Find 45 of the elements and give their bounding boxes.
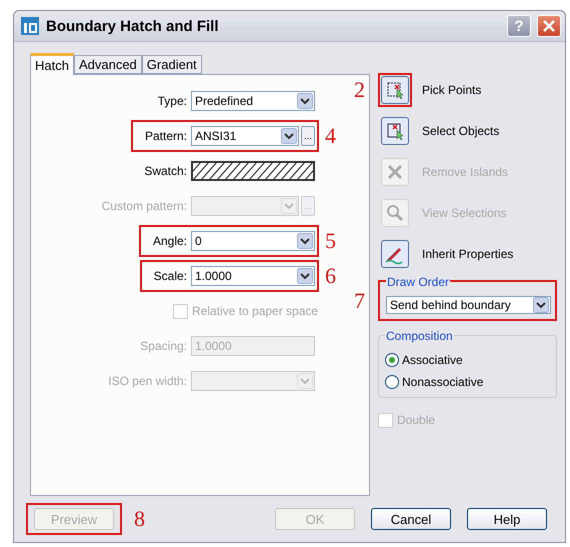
app-icon [20,16,40,36]
close-icon [543,20,555,32]
field-label: Type: [158,94,187,108]
radio-label: Associative [402,353,463,368]
tool-label: Inherit Properties [422,246,514,261]
dropdown-field[interactable]: 1.0000 [191,266,315,286]
radio-button[interactable] [385,375,399,390]
field-label: ISO pen width: [108,374,187,388]
dropdown-field[interactable]: Send behind boundary [386,296,551,314]
tab[interactable]: Hatch [30,53,74,76]
dropdown-field[interactable]: ANSI31 [191,126,299,146]
tool-label: Remove Islands [422,164,508,179]
tool-label: View Selections [422,206,506,220]
group-title: Composition [385,329,454,344]
group-title: Draw Order [386,275,450,290]
callout-number: 4 [325,123,336,148]
browse-button[interactable]: ... [301,126,315,146]
field-label: Angle: [152,234,187,248]
window-title: Boundary Hatch and Fill [46,18,220,35]
field-label: Custom pattern: [102,199,187,214]
dropdown-field[interactable]: 0 [191,231,315,252]
field-label: Pattern: [144,129,187,144]
tab[interactable]: Gradient [142,55,202,74]
tool-label: Select Objects [422,124,500,138]
callout-number: 7 [354,288,365,313]
field-label: Scale: [154,269,187,284]
dialog-button[interactable]: Cancel [371,508,451,530]
tool-button[interactable] [381,116,409,145]
checkbox-label: Relative to paper space [192,304,318,318]
tab[interactable]: Advanced [74,55,142,74]
close-button[interactable] [537,15,561,38]
tool-label: Pick Points [422,82,482,97]
field-label: Spacing: [140,339,187,354]
hatch-swatch[interactable] [191,161,315,182]
field-label: Swatch: [144,164,187,178]
callout-number: 5 [325,228,336,254]
checkbox-label: Double [397,413,436,428]
callout-number: 6 [325,263,336,288]
callout-number: 8 [134,506,145,532]
dialog-button[interactable]: Help [467,508,547,530]
tool-button[interactable] [381,240,409,268]
callout-number: 2 [354,76,365,102]
radio-button[interactable] [385,353,399,368]
dropdown-field[interactable]: Predefined [191,91,315,112]
radio-label: Nonassociative [402,375,484,390]
